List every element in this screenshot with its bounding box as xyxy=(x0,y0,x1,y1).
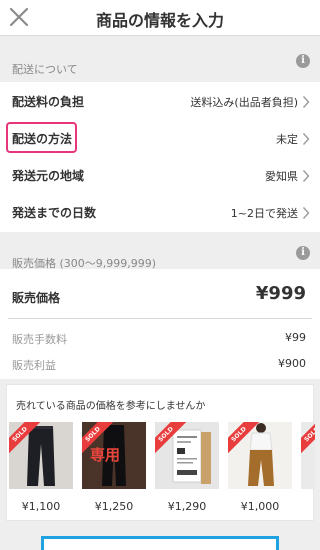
suggestion-title: 売れている商品の価格を参考にしませんか xyxy=(16,401,206,412)
row-shipping-fee[interactable]: 配送料の負担 送料込み(出品者負担) xyxy=(0,82,320,120)
sold-item-price: ¥1,000 xyxy=(240,500,280,513)
row-value: 未定 xyxy=(276,133,298,146)
row-label: 発送元の地域 xyxy=(12,169,85,183)
next-button[interactable] xyxy=(41,536,279,550)
price-suggestion-card: 売れている商品の価格を参考にしませんか SOLD ¥1,100 専用 SOLD … xyxy=(6,384,315,521)
sold-item-price: ¥1,100 xyxy=(21,500,61,513)
row-label: 配送料の負担 xyxy=(12,95,85,109)
chevron-right-icon xyxy=(302,168,310,182)
sold-item-thumbnail[interactable]: SOLD xyxy=(228,422,292,489)
sold-item-thumbnail[interactable]: 専用 SOLD xyxy=(82,422,146,489)
price-input[interactable]: ¥999 xyxy=(256,283,306,304)
info-icon[interactable]: i xyxy=(296,54,310,68)
sold-item-thumbnail[interactable]: SOLD xyxy=(9,422,73,489)
pricing-block: 販売価格 ¥999 販売手数料 ¥99 販売利益 ¥900 xyxy=(0,269,320,379)
reserved-overlay-text: 専用 xyxy=(90,446,121,464)
app-header: 商品の情報を入力 xyxy=(0,0,320,36)
chevron-right-icon xyxy=(302,94,310,108)
profit-label: 販売利益 xyxy=(12,359,56,372)
row-value: 1~2日で発送 xyxy=(230,207,298,220)
divider xyxy=(8,318,312,319)
row-ship-from-region[interactable]: 発送元の地域 愛知県 xyxy=(0,156,320,194)
sold-item-price: ¥1,290 xyxy=(167,500,207,513)
row-value: 愛知県 xyxy=(265,170,298,183)
highlight-box xyxy=(6,122,77,153)
chevron-right-icon xyxy=(302,205,310,219)
sold-item-price: ¥1,250 xyxy=(94,500,134,513)
info-icon[interactable]: i xyxy=(296,246,310,260)
price-label: 販売価格 xyxy=(12,291,61,305)
sold-item-thumbnail[interactable]: SOLD xyxy=(155,422,219,489)
chevron-right-icon xyxy=(302,131,310,145)
pricing-section-header: 販売価格 (300〜9,999,999) i xyxy=(0,232,320,270)
fee-value: ¥99 xyxy=(285,331,306,344)
row-label: 発送までの日数 xyxy=(12,206,97,220)
sold-badge: SOLD xyxy=(301,422,315,457)
shipping-section-label: 配送について xyxy=(12,63,78,76)
page-title: 商品の情報を入力 xyxy=(95,11,224,30)
fee-label: 販売手数料 xyxy=(12,333,67,346)
profit-value: ¥900 xyxy=(278,357,306,370)
shipping-section-header: 配送について i xyxy=(0,37,320,77)
row-value: 送料込み(出品者負担) xyxy=(190,96,298,109)
row-days-to-ship[interactable]: 発送までの日数 1~2日で発送 xyxy=(0,193,320,232)
sold-item-thumbnail-partial[interactable]: SOLD xyxy=(301,422,315,489)
